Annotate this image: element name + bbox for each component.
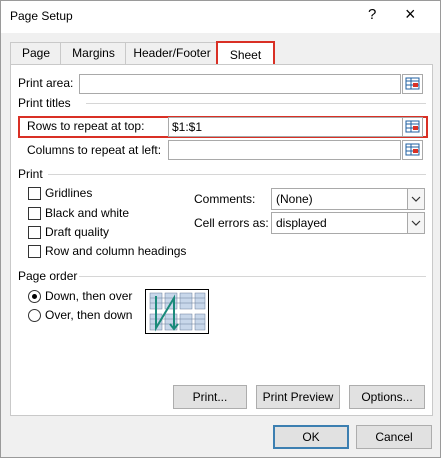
comments-label: Comments: bbox=[194, 192, 256, 206]
print-area-label: Print area: bbox=[18, 76, 74, 90]
range-picker-icon bbox=[405, 143, 420, 156]
draft-quality-checkbox[interactable] bbox=[28, 226, 41, 239]
tab-margins[interactable]: Margins bbox=[60, 42, 127, 64]
over-then-down-radio[interactable] bbox=[28, 309, 41, 322]
black-and-white-label: Black and white bbox=[45, 206, 130, 220]
comments-value: (None) bbox=[276, 192, 313, 206]
row-column-headings-checkbox[interactable] bbox=[28, 245, 41, 258]
cancel-button[interactable]: Cancel bbox=[356, 425, 432, 449]
black-and-white-checkbox[interactable] bbox=[28, 207, 41, 220]
columns-to-repeat-input[interactable] bbox=[168, 140, 401, 160]
window-title: Page Setup bbox=[10, 9, 73, 23]
tab-header-footer[interactable]: Header/Footer bbox=[125, 42, 219, 64]
draft-quality-label: Draft quality bbox=[45, 225, 110, 239]
down-then-over-label: Down, then over bbox=[45, 289, 133, 303]
chevron-down-icon[interactable] bbox=[407, 213, 424, 233]
range-picker-icon bbox=[405, 77, 420, 90]
gridlines-label: Gridlines bbox=[45, 186, 93, 200]
cell-errors-select[interactable]: displayed bbox=[271, 212, 425, 234]
ok-button[interactable]: OK bbox=[273, 425, 349, 449]
row-column-headings-label: Row and column headings bbox=[45, 244, 187, 258]
print-preview-button[interactable]: Print Preview bbox=[256, 385, 340, 409]
tab-page[interactable]: Page bbox=[10, 42, 62, 64]
options-button[interactable]: Options... bbox=[349, 385, 425, 409]
range-picker-icon bbox=[405, 120, 420, 133]
close-button[interactable]: × bbox=[405, 4, 416, 25]
rows-to-repeat-range-picker[interactable] bbox=[402, 117, 423, 137]
comments-select[interactable]: (None) bbox=[271, 188, 425, 210]
print-area-input[interactable] bbox=[79, 74, 401, 94]
page-order-group-label: Page order bbox=[18, 269, 78, 283]
print-titles-divider bbox=[86, 103, 426, 104]
page-order-preview-icon bbox=[145, 289, 209, 334]
chevron-down-icon[interactable] bbox=[407, 189, 424, 209]
over-then-down-label: Over, then down bbox=[45, 308, 133, 322]
columns-to-repeat-range-picker[interactable] bbox=[402, 140, 423, 160]
rows-to-repeat-label: Rows to repeat at top: bbox=[27, 119, 145, 133]
help-button[interactable]: ? bbox=[368, 6, 376, 23]
print-group-label: Print bbox=[18, 167, 43, 181]
print-area-range-picker[interactable] bbox=[402, 74, 423, 94]
cell-errors-value: displayed bbox=[276, 216, 327, 230]
print-button[interactable]: Print... bbox=[173, 385, 247, 409]
print-group-divider bbox=[48, 174, 426, 175]
cell-errors-label: Cell errors as: bbox=[194, 216, 269, 230]
gridlines-checkbox[interactable] bbox=[28, 187, 41, 200]
columns-to-repeat-label: Columns to repeat at left: bbox=[27, 143, 162, 157]
down-then-over-radio[interactable] bbox=[28, 290, 41, 303]
print-titles-group-label: Print titles bbox=[18, 96, 71, 110]
rows-to-repeat-input[interactable]: $1:$1 bbox=[168, 117, 404, 137]
page-order-divider bbox=[79, 276, 426, 277]
